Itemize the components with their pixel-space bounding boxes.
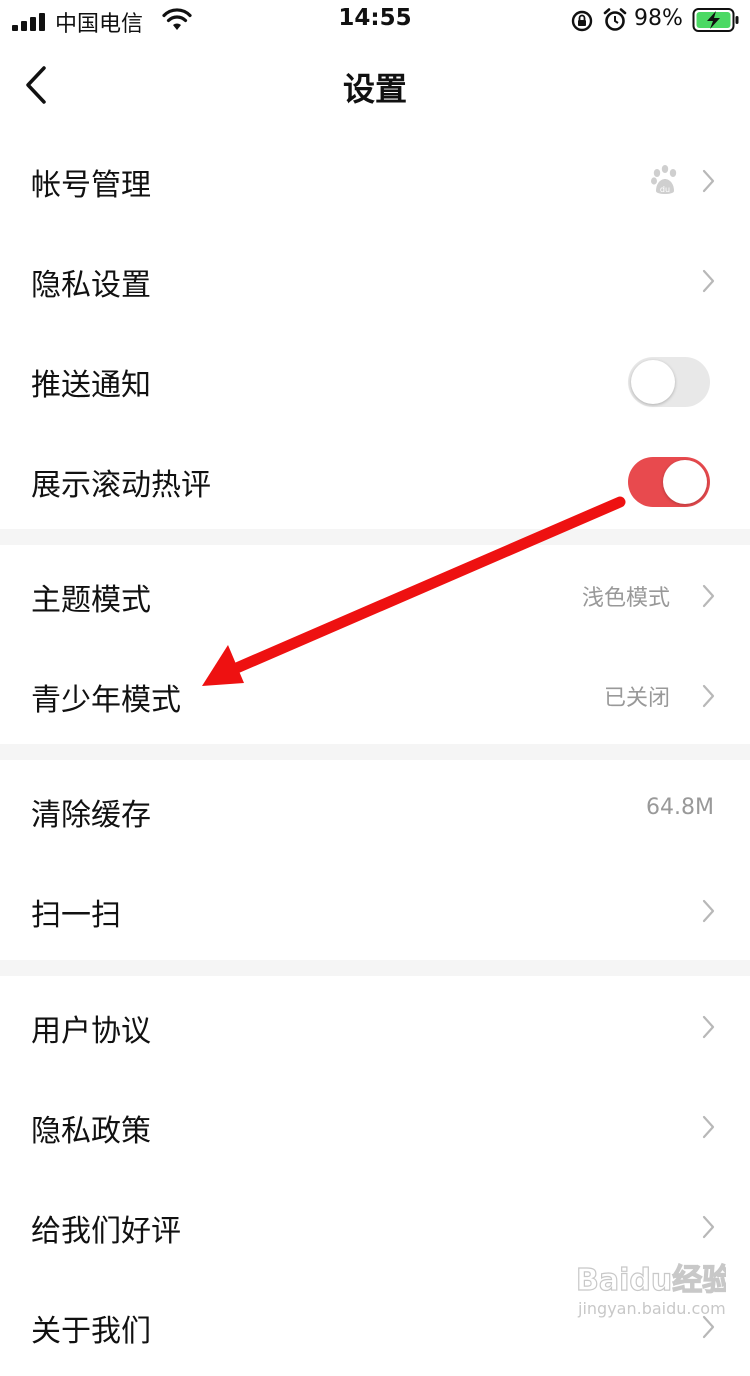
row-label: 扫一扫 bbox=[31, 898, 121, 933]
section-divider bbox=[0, 744, 750, 760]
row-value: 浅色模式 bbox=[581, 586, 670, 611]
push-notifications-toggle[interactable] bbox=[628, 357, 710, 407]
battery-percentage: 98% bbox=[634, 6, 683, 31]
row-label: 隐私设置 bbox=[31, 268, 151, 303]
chevron-right-icon bbox=[702, 899, 715, 923]
scrolling-comments-toggle[interactable] bbox=[628, 457, 710, 507]
settings-row-theme-mode[interactable]: 主题模式 浅色模式 bbox=[0, 545, 750, 645]
chevron-right-icon bbox=[702, 1015, 715, 1039]
row-label: 给我们好评 bbox=[31, 1214, 181, 1249]
chevron-right-icon bbox=[702, 1215, 715, 1239]
alarm-icon bbox=[603, 8, 627, 31]
row-label: 青少年模式 bbox=[31, 683, 181, 718]
navigation-bar: 设置 bbox=[0, 40, 750, 130]
settings-row-scan[interactable]: 扫一扫 bbox=[0, 860, 750, 960]
status-bar: 中国电信 14:55 98% bbox=[0, 0, 750, 40]
cache-size-value: 64.8M bbox=[646, 795, 714, 820]
chevron-right-icon bbox=[702, 684, 715, 708]
settings-row-teen-mode[interactable]: 青少年模式 已关闭 bbox=[0, 645, 750, 745]
settings-row-push-notifications: 推送通知 bbox=[0, 330, 750, 430]
settings-row-privacy-policy[interactable]: 隐私政策 bbox=[0, 1076, 750, 1176]
svg-text:du: du bbox=[660, 185, 670, 194]
toggle-knob bbox=[663, 460, 707, 504]
settings-row-user-agreement[interactable]: 用户协议 bbox=[0, 976, 750, 1076]
baidu-paw-icon: du bbox=[651, 165, 677, 194]
baidu-watermark-logo: Baidu经验 jingyan.baidu.com bbox=[576, 1262, 726, 1318]
toggle-knob bbox=[631, 360, 675, 404]
row-value: 已关闭 bbox=[603, 686, 670, 711]
rotation-lock-icon bbox=[571, 10, 593, 32]
settings-row-scrolling-comments: 展示滚动热评 bbox=[0, 430, 750, 530]
settings-row-clear-cache[interactable]: 清除缓存 64.8M bbox=[0, 760, 750, 860]
row-label: 展示滚动热评 bbox=[31, 468, 211, 503]
watermark-brand-text: Baidu经验 bbox=[576, 1263, 726, 1298]
chevron-right-icon bbox=[702, 169, 715, 193]
chevron-right-icon bbox=[702, 1115, 715, 1139]
row-label: 主题模式 bbox=[31, 583, 151, 618]
chevron-right-icon bbox=[702, 269, 715, 293]
row-label: 用户协议 bbox=[31, 1014, 151, 1049]
watermark-url-text: jingyan.baidu.com bbox=[577, 1299, 726, 1318]
section-divider bbox=[0, 960, 750, 976]
battery-charging-icon bbox=[692, 8, 739, 32]
settings-row-account-management[interactable]: 帐号管理 du bbox=[0, 130, 750, 230]
page-title: 设置 bbox=[342, 70, 407, 108]
row-label: 关于我们 bbox=[31, 1314, 151, 1349]
row-label: 帐号管理 bbox=[31, 168, 151, 203]
chevron-right-icon bbox=[702, 584, 715, 608]
row-label: 推送通知 bbox=[31, 368, 151, 403]
section-divider bbox=[0, 529, 750, 545]
settings-row-privacy-settings[interactable]: 隐私设置 bbox=[0, 230, 750, 330]
row-label: 清除缓存 bbox=[31, 798, 151, 833]
row-label: 隐私政策 bbox=[31, 1114, 151, 1149]
